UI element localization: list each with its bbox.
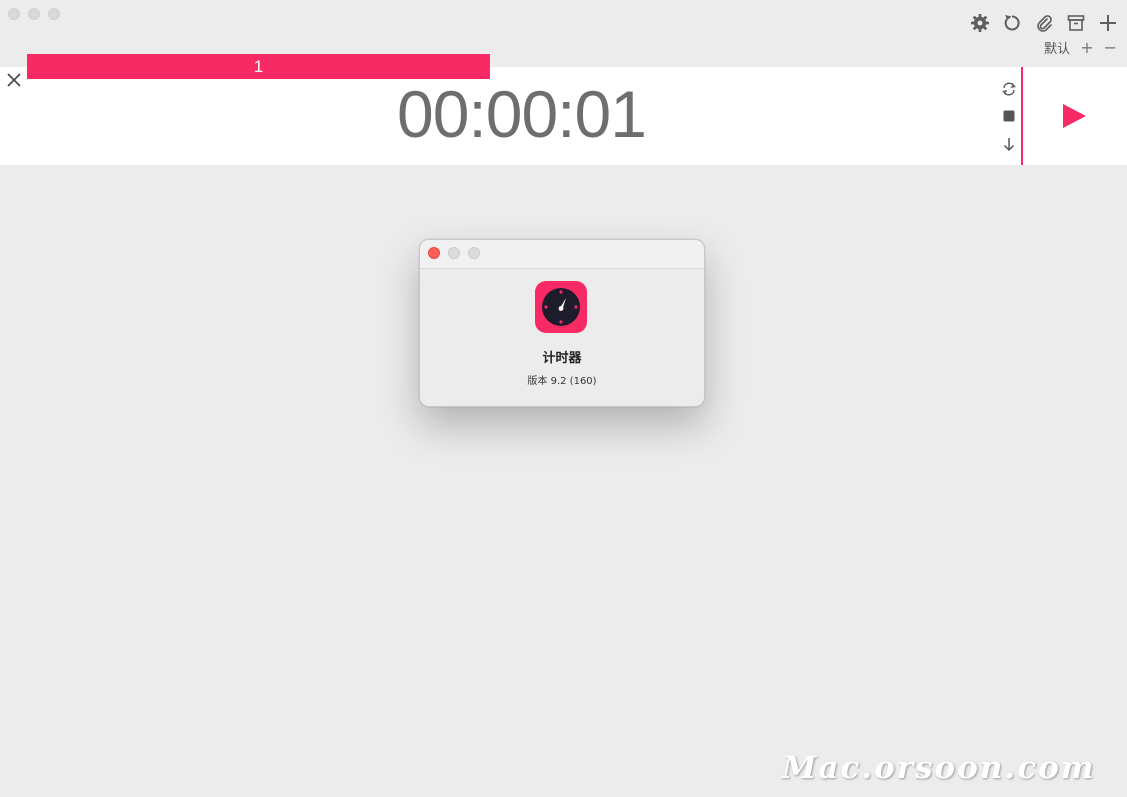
about-close-button[interactable] bbox=[428, 247, 440, 259]
timer-side-controls bbox=[998, 78, 1020, 158]
zoom-window-button[interactable] bbox=[48, 8, 60, 20]
watermark: Mac.orsoon.com bbox=[782, 750, 1096, 786]
archive-icon bbox=[1067, 15, 1085, 31]
window-controls bbox=[8, 8, 60, 20]
move-down-button[interactable] bbox=[998, 133, 1020, 155]
close-icon bbox=[7, 73, 21, 87]
app-name: 计时器 bbox=[542, 351, 582, 366]
paperclip-icon bbox=[1037, 15, 1052, 32]
about-zoom-button bbox=[468, 247, 480, 259]
add-preset-button[interactable]: + bbox=[1080, 39, 1093, 56]
accent-divider bbox=[1021, 67, 1023, 165]
play-icon bbox=[1063, 104, 1086, 128]
about-window-controls bbox=[428, 247, 480, 259]
play-button[interactable] bbox=[1058, 100, 1090, 132]
remove-timer-button[interactable] bbox=[6, 72, 22, 88]
toolbar bbox=[969, 12, 1119, 34]
settings-button[interactable] bbox=[969, 12, 991, 34]
remove-preset-button[interactable]: − bbox=[1104, 39, 1117, 56]
plus-icon bbox=[1100, 15, 1116, 31]
attach-button[interactable] bbox=[1033, 12, 1055, 34]
gear-icon bbox=[971, 14, 989, 32]
stop-icon bbox=[1003, 110, 1015, 122]
close-window-button[interactable] bbox=[8, 8, 20, 20]
archive-button[interactable] bbox=[1065, 12, 1087, 34]
app-icon bbox=[535, 281, 587, 333]
about-dialog: 计时器 版本 9.2 (160) bbox=[419, 239, 705, 407]
reset-button[interactable] bbox=[1001, 12, 1023, 34]
about-titlebar bbox=[420, 240, 704, 269]
reset-icon bbox=[1004, 15, 1020, 31]
time-display: 00:00:01 bbox=[397, 77, 647, 151]
repeat-button[interactable] bbox=[998, 78, 1020, 100]
stop-button[interactable] bbox=[998, 105, 1020, 127]
minimize-window-button[interactable] bbox=[28, 8, 40, 20]
about-minimize-button bbox=[448, 247, 460, 259]
arrow-down-icon bbox=[1003, 138, 1015, 152]
repeat-icon bbox=[1002, 82, 1016, 96]
timer-label: 1 bbox=[253, 56, 264, 76]
main-window: 默认 + − 1 00:00:01 计时器 版本 9.2 (160) Mac.o… bbox=[0, 0, 1127, 797]
preset-row: 默认 + − bbox=[1044, 38, 1117, 57]
app-version: 版本 9.2 (160) bbox=[527, 376, 597, 387]
preset-label[interactable]: 默认 bbox=[1044, 38, 1070, 57]
add-timer-button[interactable] bbox=[1097, 12, 1119, 34]
